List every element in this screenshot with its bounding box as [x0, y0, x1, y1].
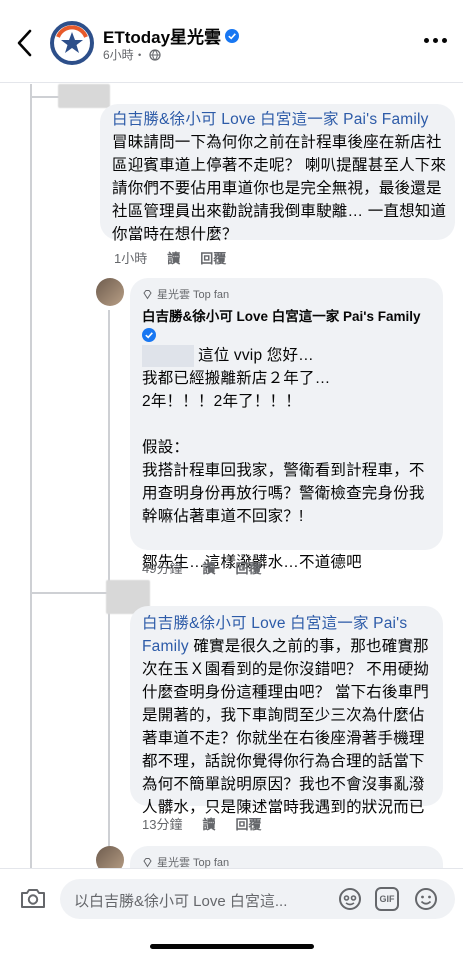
gif-icon[interactable]: GIF	[375, 887, 399, 911]
thread-line	[30, 84, 32, 868]
reply-button[interactable]: 回覆	[235, 558, 261, 577]
page-name-label[interactable]: ETtoday星光雲	[103, 23, 221, 48]
diamond-icon	[143, 857, 152, 867]
home-indicator[interactable]	[150, 944, 314, 949]
post-meta: 6小時・	[103, 46, 161, 63]
comment-input-placeholder: 以白吉勝&徐小可 Love 白宮這...	[74, 893, 288, 910]
reply-button[interactable]: 回覆	[200, 248, 226, 267]
comment-time: 1小時	[114, 251, 148, 266]
reply-author-label[interactable]: 白吉勝&徐小可 Love 白宮這一家 Pai's Family	[142, 309, 421, 324]
comment-text: 白吉勝&徐小可 Love 白宮這一家 Pai's Family 確實是很久之前的…	[142, 612, 437, 819]
header-divider	[0, 82, 463, 83]
more-dots-icon[interactable]	[424, 38, 447, 43]
reply-line: 這位 vvip 您好…	[198, 347, 314, 364]
reply-content: 星光雲 Top fan 白吉勝&徐小可 Love 白宮這一家 Pai's Fam…	[142, 286, 436, 574]
blurred-avatar	[58, 84, 110, 108]
comment-author-link[interactable]: 白吉勝&徐小可 Love 白宮這一家 Pai's Family	[112, 111, 429, 128]
camera-icon[interactable]	[20, 887, 46, 909]
comment-time: 13分鐘	[142, 817, 183, 832]
reply-line: 2年！！！2年了！！！	[142, 393, 301, 410]
comment-body: 確實是很久之前的事，那也確實那次在玉Ｘ園看到的是你沒錯吧？ 不用硬拗什麼查明身份…	[142, 638, 430, 816]
comment-input[interactable]: 以白吉勝&徐小可 Love 白宮這... GIF	[60, 879, 455, 919]
reply-avatar[interactable]	[96, 278, 124, 306]
top-fan-badge: 星光雲 Top fan	[142, 286, 436, 302]
verified-badge-icon	[142, 328, 156, 342]
page-avatar[interactable]	[50, 21, 94, 65]
like-button[interactable]: 讀	[202, 814, 215, 833]
reply-body: 這位 vvip 您好… 我都已經搬離新店２年了… 2年！！！2年了！！！ 假設：…	[142, 344, 436, 574]
comment-actions: 13分鐘 讀 回覆	[142, 814, 262, 833]
reply-line: 我搭計程車回我家，警衛看到計程車，不用查明身份再放行嗎？警衛檢查完身份我幹嘛佔著…	[142, 462, 425, 525]
star-logo-icon	[55, 25, 89, 60]
emoji-icon[interactable]	[414, 887, 438, 911]
page-name[interactable]: ETtoday星光雲	[103, 23, 240, 48]
like-button[interactable]: 讀	[202, 558, 215, 577]
reply-line: 我都已經搬離新店２年了…	[142, 370, 331, 387]
reply-actions: 49分鐘 讀 回覆	[142, 558, 262, 577]
reply-time: 49分鐘	[142, 561, 183, 576]
comment-body: 冒昧請問一下為何你之前在計程車後座在新店社區迎賓車道上停著不走呢？ 喇叭提醒甚至…	[112, 134, 447, 243]
top-fan-label: 星光雲 Top fan	[157, 289, 230, 301]
diamond-icon	[143, 289, 152, 299]
reply-line: 假設：	[142, 439, 190, 456]
comment-actions: 1小時 讀 回覆	[114, 248, 226, 267]
gif-label: GIF	[379, 894, 395, 904]
thread-line	[30, 96, 60, 98]
verified-badge-icon	[225, 28, 240, 43]
post-time: 6小時・	[103, 48, 146, 62]
reply-button[interactable]: 回覆	[235, 814, 261, 833]
reply-author[interactable]: 白吉勝&徐小可 Love 白宮這一家 Pai's Family	[142, 308, 436, 326]
comment-text: 白吉勝&徐小可 Love 白宮這一家 Pai's Family 冒昧請問一下為何…	[112, 108, 448, 246]
blurred-mention	[142, 344, 194, 367]
avatar-sticker-icon[interactable]	[338, 887, 362, 911]
comment-composer: 以白吉勝&徐小可 Love 白宮這... GIF	[0, 868, 463, 926]
globe-icon	[149, 48, 161, 61]
chevron-left-icon[interactable]	[14, 28, 36, 58]
thread-line	[30, 592, 108, 594]
like-button[interactable]: 讀	[167, 248, 180, 267]
post-header: ETtoday星光雲 6小時・	[0, 0, 463, 82]
